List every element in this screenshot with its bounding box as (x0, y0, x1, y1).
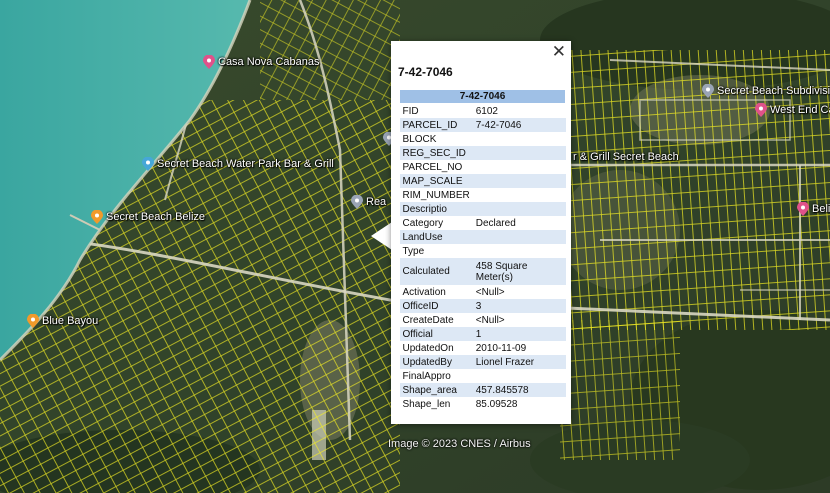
table-row: UpdatedBy Lionel Frazer (399, 355, 566, 369)
attribute-table: 7-42-7046 FID 6102 PARCEL_ID 7-42-7046 BLOCK… (399, 89, 566, 411)
gray-pin-icon (702, 84, 714, 98)
orange-pin-icon (91, 210, 103, 224)
attribute-value (472, 244, 566, 258)
attribute-value (472, 146, 566, 160)
pink-pin-icon (203, 55, 215, 69)
attribute-key: Type (399, 244, 473, 258)
popup-pointer (371, 222, 392, 250)
table-header: 7-42-7046 (399, 89, 566, 104)
attribute-value (472, 174, 566, 188)
attribute-key: REG_SEC_ID (399, 146, 473, 160)
attribute-value: Lionel Frazer (472, 355, 566, 369)
attribute-value (472, 369, 566, 383)
feature-info-popup: ✕ 7-42-7046 7-42-7046 FID 6102 PARCEL_ID 7-… (391, 41, 571, 424)
place-beliz[interactable]: Beliz (797, 202, 830, 216)
attribute-key: FinalAppro (399, 369, 473, 383)
attribute-value: 2010-11-09 (472, 341, 566, 355)
place-label: Secret Beach Water Park Bar & Grill (157, 158, 334, 170)
attribute-value: 85.09528 (472, 397, 566, 411)
attribute-key: RIM_NUMBER (399, 188, 473, 202)
place-secret-beach-water-park[interactable]: Secret Beach Water Park Bar & Grill (142, 157, 334, 171)
place-rea[interactable]: Rea (351, 195, 386, 209)
attribute-key: Shape_len (399, 397, 473, 411)
table-row: Shape_area 457.845578 (399, 383, 566, 397)
place-secret-beach-subdivision[interactable]: Secret Beach Subdivision (702, 84, 830, 98)
table-row: REG_SEC_ID (399, 146, 566, 160)
table-row: PARCEL_NO (399, 160, 566, 174)
attribute-key: FID (399, 103, 473, 118)
place-label: West End Cab (770, 104, 830, 116)
place-blue-bayou[interactable]: Blue Bayou (27, 314, 98, 328)
attribute-key: Official (399, 327, 473, 341)
attribute-value (472, 132, 566, 146)
place-label: r & Grill Secret Beach (573, 151, 679, 163)
table-row: CreateDate <Null> (399, 313, 566, 327)
imagery-attribution: Image © 2023 CNES / Airbus (388, 438, 531, 450)
pink-pin-icon (755, 103, 767, 117)
attribute-key: Category (399, 216, 473, 230)
attribute-key: UpdatedBy (399, 355, 473, 369)
attribute-value: 3 (472, 299, 566, 313)
place-label: Rea (366, 196, 387, 208)
table-row: UpdatedOn 2010-11-09 (399, 341, 566, 355)
attribute-value (472, 202, 566, 216)
place-bar-grill-secret-beach[interactable]: r & Grill Secret Beach (573, 151, 679, 163)
place-label: Secret Beach Belize (106, 211, 206, 223)
popup-title: 7-42-7046 (398, 65, 453, 79)
attribute-key: LandUse (399, 230, 473, 244)
attribute-key: PARCEL_ID (399, 118, 473, 132)
attribute-key: Shape_area (399, 383, 473, 397)
attribute-key: CreateDate (399, 313, 473, 327)
attribute-key: OfficeID (399, 299, 473, 313)
table-row: FinalAppro (399, 369, 566, 383)
attribute-value: 457.845578 (472, 383, 566, 397)
attribute-key: MAP_SCALE (399, 174, 473, 188)
place-label: Secret Beach Subdivision (717, 85, 830, 97)
place-secret-beach-belize[interactable]: Secret Beach Belize (91, 210, 205, 224)
table-row: MAP_SCALE (399, 174, 566, 188)
table-row: Type (399, 244, 566, 258)
table-row: FID 6102 (399, 103, 566, 118)
table-row: Calculated 458 Square Meter(s) (399, 258, 566, 285)
attribute-value: Declared (472, 216, 566, 230)
table-row: Category Declared (399, 216, 566, 230)
gray-pin-icon (351, 195, 363, 209)
table-row: Descriptio (399, 202, 566, 216)
attribute-value (472, 160, 566, 174)
attribute-key: Calculated (399, 258, 473, 285)
place-west-end-cab[interactable]: West End Cab (755, 103, 830, 117)
table-row: OfficeID 3 (399, 299, 566, 313)
attribute-value: 6102 (472, 103, 566, 118)
table-row: RIM_NUMBER (399, 188, 566, 202)
attribute-key: BLOCK (399, 132, 473, 146)
pink-pin-icon (797, 202, 809, 216)
table-row: PARCEL_ID 7-42-7046 (399, 118, 566, 132)
blue-pin-icon (142, 157, 154, 171)
table-row: BLOCK (399, 132, 566, 146)
attribute-value (472, 188, 566, 202)
attribute-key: UpdatedOn (399, 341, 473, 355)
attribute-key: Activation (399, 285, 473, 299)
table-row: Shape_len 85.09528 (399, 397, 566, 411)
place-label: Casa Nova Cabanas (218, 56, 320, 68)
table-row: Official 1 (399, 327, 566, 341)
orange-pin-icon (27, 314, 39, 328)
attribute-value: <Null> (472, 313, 566, 327)
place-label: Beliz (812, 203, 830, 215)
attribute-value (472, 230, 566, 244)
attribute-value: <Null> (472, 285, 566, 299)
place-label: Blue Bayou (42, 315, 99, 327)
attribute-value: 458 Square Meter(s) (472, 258, 566, 285)
attribute-value: 7-42-7046 (472, 118, 566, 132)
table-row: LandUse (399, 230, 566, 244)
attribute-key: PARCEL_NO (399, 160, 473, 174)
attribute-value: 1 (472, 327, 566, 341)
table-row: Activation <Null> (399, 285, 566, 299)
attribute-key: Descriptio (399, 202, 473, 216)
place-casa-nova-cabanas[interactable]: Casa Nova Cabanas (203, 55, 320, 69)
close-icon[interactable]: ✕ (552, 43, 566, 61)
